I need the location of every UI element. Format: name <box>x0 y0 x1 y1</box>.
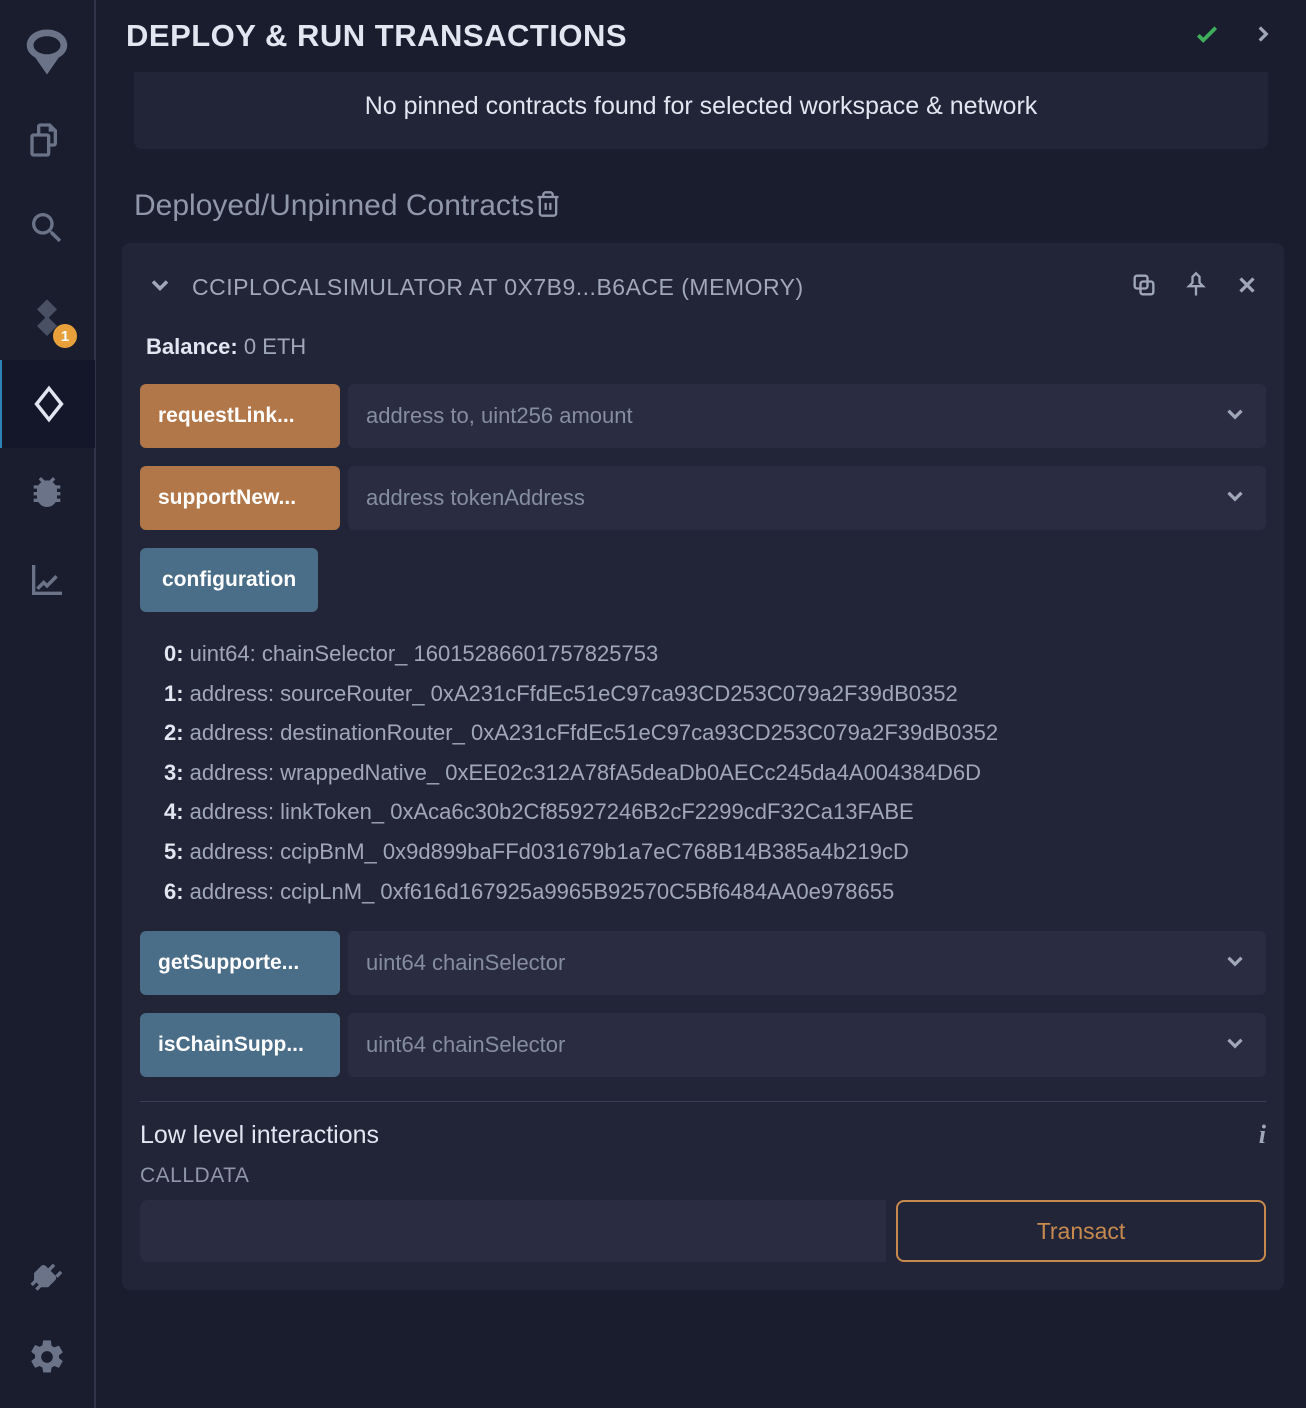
compiler-icon[interactable]: 1 <box>0 272 95 360</box>
deployed-section-title: Deployed/Unpinned Contracts <box>134 189 534 223</box>
trash-icon[interactable] <box>534 190 562 223</box>
search-icon[interactable] <box>0 184 95 272</box>
chevron-right-icon[interactable] <box>1250 21 1276 52</box>
chevron-down-icon[interactable] <box>1222 1030 1248 1061</box>
fn-input-requestlink[interactable] <box>366 403 1212 429</box>
calldata-label: CALLDATA <box>140 1164 1266 1188</box>
file-explorer-icon[interactable] <box>0 96 95 184</box>
contract-card: CCIPLOCALSIMULATOR AT 0X7B9...B6ACE (MEM… <box>122 243 1284 1290</box>
low-level-title: Low level interactions <box>140 1121 379 1150</box>
plugin-manager-icon[interactable] <box>0 1240 95 1318</box>
panel-title: DEPLOY & RUN TRANSACTIONS <box>126 18 627 54</box>
sidebar: 1 <box>0 0 96 1408</box>
chevron-down-icon[interactable] <box>1222 483 1248 514</box>
output-line: 4: address: linkToken_ 0xAca6c30b2Cf8592… <box>164 792 1266 832</box>
fn-button-ischainsupported[interactable]: isChainSupp... <box>140 1013 340 1077</box>
pin-icon[interactable] <box>1182 271 1210 304</box>
configuration-output: 0: uint64: chainSelector_ 16015286601757… <box>140 630 1266 931</box>
output-line: 3: address: wrappedNative_ 0xEE02c312A78… <box>164 753 1266 793</box>
analytics-icon[interactable] <box>0 536 95 624</box>
contract-name: CCIPLOCALSIMULATOR AT 0X7B9...B6ACE (MEM… <box>192 274 804 301</box>
output-line: 0: uint64: chainSelector_ 16015286601757… <box>164 634 1266 674</box>
copy-icon[interactable] <box>1130 271 1158 304</box>
fn-button-supportnew[interactable]: supportNew... <box>140 466 340 530</box>
compiler-badge: 1 <box>53 324 77 348</box>
divider <box>140 1101 1266 1102</box>
logo-icon[interactable] <box>0 8 95 96</box>
balance-label: Balance: <box>146 334 238 359</box>
balance-value: 0 ETH <box>244 334 306 359</box>
fn-input-getsupported[interactable] <box>366 950 1212 976</box>
fn-row-requestlink: requestLink... <box>140 384 1266 448</box>
deployed-section-header: Deployed/Unpinned Contracts <box>96 177 1306 243</box>
output-line: 2: address: destinationRouter_ 0xA231cFf… <box>164 713 1266 753</box>
output-line: 5: address: ccipBnM_ 0x9d899baFFd031679b… <box>164 832 1266 872</box>
info-icon[interactable]: i <box>1259 1120 1266 1150</box>
fn-input-ischainsupported[interactable] <box>366 1032 1212 1058</box>
fn-button-getsupported[interactable]: getSupporte... <box>140 931 340 995</box>
deploy-run-icon[interactable] <box>0 360 95 448</box>
output-line: 6: address: ccipLnM_ 0xf616d167925a9965B… <box>164 872 1266 912</box>
deploy-run-panel: DEPLOY & RUN TRANSACTIONS No pinned cont… <box>96 0 1306 1408</box>
debugger-icon[interactable] <box>0 448 95 536</box>
chevron-down-icon[interactable] <box>1222 948 1248 979</box>
fn-button-configuration[interactable]: configuration <box>140 548 318 612</box>
panel-header: DEPLOY & RUN TRANSACTIONS <box>96 0 1306 72</box>
balance-line: Balance: 0 ETH <box>140 334 1266 384</box>
fn-row-supportnew: supportNew... <box>140 466 1266 530</box>
fn-button-requestlink[interactable]: requestLink... <box>140 384 340 448</box>
output-line: 1: address: sourceRouter_ 0xA231cFfdEc51… <box>164 674 1266 714</box>
fn-row-getsupported: getSupporte... <box>140 931 1266 995</box>
transact-button[interactable]: Transact <box>896 1200 1266 1262</box>
calldata-input[interactable] <box>140 1200 886 1262</box>
fn-input-supportnew[interactable] <box>366 485 1212 511</box>
checkmark-icon[interactable] <box>1192 19 1222 54</box>
pinned-notice: No pinned contracts found for selected w… <box>134 72 1268 149</box>
settings-icon[interactable] <box>0 1318 95 1396</box>
chevron-down-icon[interactable] <box>1222 401 1248 432</box>
fn-row-ischainsupported: isChainSupp... <box>140 1013 1266 1077</box>
close-icon[interactable] <box>1234 272 1260 303</box>
collapse-chevron-icon[interactable] <box>146 271 174 304</box>
